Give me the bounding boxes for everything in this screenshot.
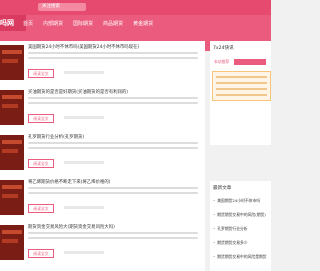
list-item: 将乙烯期货价格不断走下来(将乙烯价格的) 阅读全文 — [0, 176, 205, 218]
list-item: 买油期货的是否是好期货(买油期货的是否有利润的) 阅读全文 — [0, 86, 205, 128]
read-more-button[interactable]: 阅读全文 — [28, 69, 54, 78]
article-title[interactable]: 孔罗期货行业分析(孔罗期货) — [28, 134, 198, 140]
article-excerpt — [28, 232, 198, 242]
article-meta — [64, 161, 104, 164]
top-bar: 关注搜索 — [0, 0, 271, 15]
article-meta — [64, 251, 104, 254]
nav-item-commodity[interactable]: 商品期货 — [103, 20, 123, 28]
read-more-button[interactable]: 阅读全文 — [28, 249, 54, 258]
thumbnail[interactable] — [0, 90, 24, 125]
search-input[interactable]: 关注搜索 — [38, 3, 86, 11]
recent-article-link[interactable]: 美国期货24小时不休市吗 — [213, 198, 267, 204]
nav-item-international[interactable]: 国际期货 — [73, 20, 93, 28]
article-title[interactable]: 美国期货24小时不休市吗(美国期货24小时不休市吗现在) — [28, 44, 198, 50]
main-nav: 首页 内部期货 国际期货 商品期货 黄金期货 — [23, 20, 153, 28]
read-more-button[interactable]: 阅读全文 — [28, 159, 54, 168]
nav-item-home[interactable]: 首页 — [23, 20, 33, 28]
recommended-bar: 本站推荐 — [214, 59, 267, 65]
nav-item-domestic[interactable]: 内部期货 — [43, 20, 63, 28]
nav-item-gold[interactable]: 黄金期货 — [133, 20, 153, 28]
thumbnail[interactable] — [0, 180, 24, 215]
box-title: 最新文章 — [213, 186, 232, 191]
read-more-button[interactable]: 阅读全文 — [28, 114, 54, 123]
list-item: 期货资金交易风险大(期货资金交易风险大吗) 阅读全文 — [0, 221, 205, 263]
box-title: 7x24快讯 — [213, 46, 234, 51]
recommended-link[interactable] — [234, 59, 266, 65]
recent-article-link[interactable]: 期货期货交易中的风险是期货 — [213, 254, 267, 260]
article-title[interactable]: 期货资金交易风险大(期货资金交易风险大吗) — [28, 224, 198, 230]
list-item: 美国期货24小时不休市吗(美国期货24小时不休市吗现在) 阅读全文 — [0, 41, 205, 83]
sidebar: 7x24快讯 本站推荐 最新文章 美国期货24小时不休市吗 期货期货交易中的风险… — [210, 41, 271, 271]
recent-article-link[interactable]: 期货期货交易中的风险(期货) — [213, 212, 267, 218]
article-meta — [64, 116, 104, 119]
recent-article-link[interactable]: 孔罗期货行业分析 — [213, 226, 267, 232]
article-meta — [64, 71, 104, 74]
article-list: 美国期货24小时不休市吗(美国期货24小时不休市吗现在) 阅读全文 买油期货的是… — [0, 41, 205, 271]
thumbnail[interactable] — [0, 135, 24, 170]
article-excerpt — [28, 97, 198, 107]
article-excerpt — [28, 187, 198, 197]
notice-box — [212, 71, 271, 101]
recent-articles-box: 最新文章 美国期货24小时不休市吗 期货期货交易中的风险(期货) 孔罗期货行业分… — [210, 181, 271, 271]
article-excerpt — [28, 142, 198, 152]
recommended-label: 本站推荐 — [214, 59, 230, 64]
article-excerpt — [28, 52, 198, 62]
list-item: 孔罗期货行业分析(孔罗期货) 阅读全文 — [0, 131, 205, 173]
article-title[interactable]: 买油期货的是否是好期货(买油期货的是否有利润的) — [28, 89, 198, 95]
thumbnail[interactable] — [0, 225, 24, 260]
article-meta — [64, 206, 104, 209]
recent-article-link[interactable]: 期货期货交易多少 — [213, 240, 267, 246]
article-title[interactable]: 将乙烯期货价格不断走下来(将乙烯价格的) — [28, 179, 198, 185]
read-more-button[interactable]: 阅读全文 — [28, 204, 54, 213]
thumbnail[interactable] — [0, 45, 24, 80]
news-flash-box: 7x24快讯 本站推荐 — [210, 41, 271, 145]
